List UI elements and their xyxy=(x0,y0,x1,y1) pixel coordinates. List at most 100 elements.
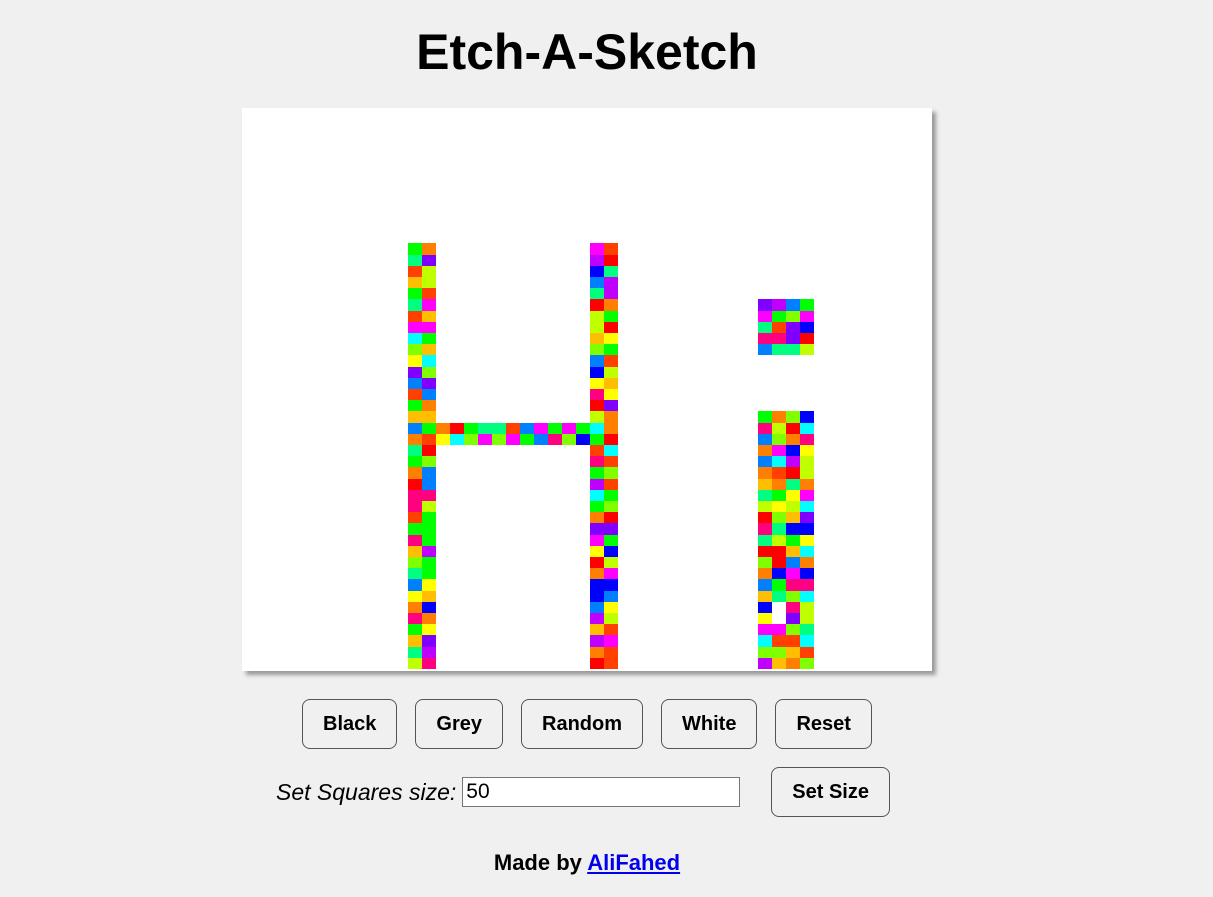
grid-cell[interactable] xyxy=(576,422,590,434)
grid-cell[interactable] xyxy=(590,400,604,412)
grid-cell[interactable] xyxy=(604,579,618,591)
grid-cell[interactable] xyxy=(590,456,604,468)
grid-cell[interactable] xyxy=(758,646,772,658)
grid-cell[interactable] xyxy=(422,478,436,490)
grid-cell[interactable] xyxy=(604,445,618,457)
grid-cell[interactable] xyxy=(576,433,590,445)
grid-cell[interactable] xyxy=(604,557,618,569)
grid-cell[interactable] xyxy=(604,489,618,501)
grid-cell[interactable] xyxy=(800,534,814,546)
grid-cell[interactable] xyxy=(758,590,772,602)
grid-cell[interactable] xyxy=(786,310,800,322)
grid-cell[interactable] xyxy=(590,601,604,613)
grid-cell[interactable] xyxy=(800,321,814,333)
grid-cell[interactable] xyxy=(590,310,604,322)
grid-cell[interactable] xyxy=(548,433,562,445)
grid-cell[interactable] xyxy=(772,467,786,479)
grid-cell[interactable] xyxy=(478,422,492,434)
grid-cell[interactable] xyxy=(534,422,548,434)
grid-cell[interactable] xyxy=(408,243,422,255)
grid-cell[interactable] xyxy=(590,411,604,423)
grid-cell[interactable] xyxy=(422,467,436,479)
grid-cell[interactable] xyxy=(408,635,422,647)
grid-cell[interactable] xyxy=(408,467,422,479)
grid-cell[interactable] xyxy=(758,501,772,513)
white-button[interactable]: White xyxy=(661,699,758,749)
grid-cell[interactable] xyxy=(758,445,772,457)
grid-cell[interactable] xyxy=(422,254,436,266)
grid-cell[interactable] xyxy=(772,445,786,457)
grid-cell[interactable] xyxy=(800,646,814,658)
grid-cell[interactable] xyxy=(786,456,800,468)
grid-cell[interactable] xyxy=(800,433,814,445)
grid-cell[interactable] xyxy=(758,534,772,546)
grid-cell[interactable] xyxy=(772,568,786,580)
grid-cell[interactable] xyxy=(408,545,422,557)
grid-cell[interactable] xyxy=(772,590,786,602)
grid-cell[interactable] xyxy=(422,601,436,613)
grid-cell[interactable] xyxy=(422,389,436,401)
grid-cell[interactable] xyxy=(408,344,422,356)
grid-cell[interactable] xyxy=(422,568,436,580)
grid-cell[interactable] xyxy=(408,445,422,457)
grid-cell[interactable] xyxy=(786,299,800,311)
grid-cell[interactable] xyxy=(604,288,618,300)
grid-cell[interactable] xyxy=(562,433,576,445)
grid-cell[interactable] xyxy=(422,344,436,356)
grid-cell[interactable] xyxy=(422,333,436,345)
grid-cell[interactable] xyxy=(758,433,772,445)
random-button[interactable]: Random xyxy=(521,699,644,749)
grid-cell[interactable] xyxy=(758,456,772,468)
grid-cell[interactable] xyxy=(590,635,604,647)
grid-cell[interactable] xyxy=(786,422,800,434)
grid-cell[interactable] xyxy=(478,433,492,445)
grid-cell[interactable] xyxy=(604,366,618,378)
grid-cell[interactable] xyxy=(604,523,618,535)
grid-cell[interactable] xyxy=(408,254,422,266)
grid-cell[interactable] xyxy=(590,613,604,625)
grid-cell[interactable] xyxy=(422,624,436,636)
grid-cell[interactable] xyxy=(786,489,800,501)
grid-cell[interactable] xyxy=(786,333,800,345)
grid-cell[interactable] xyxy=(408,265,422,277)
grid-cell[interactable] xyxy=(604,310,618,322)
grid-cell[interactable] xyxy=(758,411,772,423)
grid-cell[interactable] xyxy=(800,501,814,513)
grid-cell[interactable] xyxy=(772,478,786,490)
grid-cell[interactable] xyxy=(590,299,604,311)
grid-cell[interactable] xyxy=(786,433,800,445)
grid-cell[interactable] xyxy=(422,489,436,501)
grid-cell[interactable] xyxy=(604,657,618,669)
grid-cell[interactable] xyxy=(422,534,436,546)
grid-cell[interactable] xyxy=(800,344,814,356)
grid-cell[interactable] xyxy=(604,422,618,434)
grid-cell[interactable] xyxy=(422,613,436,625)
grid-cell[interactable] xyxy=(408,657,422,669)
grid-cell[interactable] xyxy=(408,400,422,412)
grid-cell[interactable] xyxy=(590,657,604,669)
grid-cell[interactable] xyxy=(408,557,422,569)
grid-cell[interactable] xyxy=(590,243,604,255)
grid-cell[interactable] xyxy=(604,534,618,546)
grid-cell[interactable] xyxy=(758,344,772,356)
grid-cell[interactable] xyxy=(590,590,604,602)
grey-button[interactable]: Grey xyxy=(415,699,504,749)
grid-cell[interactable] xyxy=(408,377,422,389)
grid-cell[interactable] xyxy=(800,545,814,557)
grid-cell[interactable] xyxy=(590,545,604,557)
grid-cell[interactable] xyxy=(562,422,576,434)
grid-cell[interactable] xyxy=(422,635,436,647)
grid-cell[interactable] xyxy=(786,657,800,669)
grid-cell[interactable] xyxy=(604,411,618,423)
grid-cell[interactable] xyxy=(772,456,786,468)
author-link[interactable]: AliFahed xyxy=(587,850,680,875)
grid-cell[interactable] xyxy=(422,433,436,445)
grid-cell[interactable] xyxy=(590,277,604,289)
grid-cell[interactable] xyxy=(786,321,800,333)
grid-cell[interactable] xyxy=(772,512,786,524)
grid-cell[interactable] xyxy=(590,568,604,580)
grid-cell[interactable] xyxy=(758,467,772,479)
grid-cell[interactable] xyxy=(604,299,618,311)
grid-cell[interactable] xyxy=(408,310,422,322)
grid-cell[interactable] xyxy=(758,657,772,669)
